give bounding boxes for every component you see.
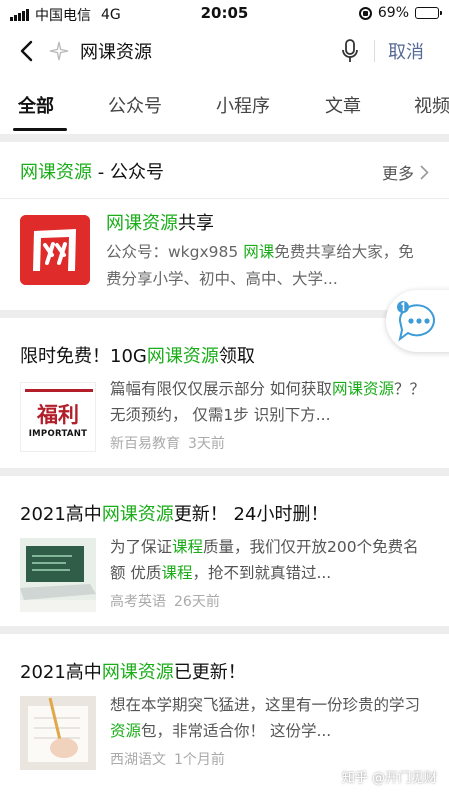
zhihu-watermark: 知乎 @开门见财 bbox=[341, 771, 437, 786]
account-name-highlight: 网课资源 bbox=[106, 213, 178, 234]
back-icon[interactable] bbox=[14, 36, 40, 66]
summary-suffix: 包，非常适合你！ 这份学... bbox=[141, 722, 332, 740]
article-summary: 篇幅有限仅仅展示部分 如何获取网课资源？？无须预约， 仅需1步 识别下方... bbox=[110, 376, 428, 428]
tab-all[interactable]: 全部 bbox=[18, 92, 54, 118]
more-button[interactable]: 更多 bbox=[382, 160, 429, 184]
section-header: 网课资源 - 公众号 更多 bbox=[0, 142, 449, 199]
article-thumbnail bbox=[20, 538, 96, 612]
article-title: 2021高中网课资源已更新！ bbox=[20, 658, 246, 684]
article-time: 1个月前 bbox=[174, 752, 225, 768]
battery-percent: 69% bbox=[377, 5, 409, 21]
orientation-lock-icon bbox=[358, 6, 372, 20]
title-highlight: 网课资源 bbox=[101, 662, 174, 683]
status-right: 69% bbox=[358, 5, 442, 21]
article-meta: 高考英语 26天前 bbox=[110, 591, 220, 611]
chat-icon bbox=[397, 301, 435, 342]
summary-highlight: 资源 bbox=[110, 722, 142, 740]
status-bar: 中国电信 4G 20:05 69% bbox=[0, 0, 449, 26]
title-suffix: 更新！ 24小时删！ bbox=[173, 504, 329, 525]
sparkle-icon bbox=[49, 41, 69, 61]
chevron-right-icon bbox=[420, 164, 429, 180]
summary-prefix: 想在本学期突飞猛进，这里有一份珍贵的学习 bbox=[110, 696, 421, 714]
title-suffix: 领取 bbox=[218, 346, 255, 367]
account-name: 网课资源共享 bbox=[106, 209, 214, 235]
account-description: 公众号：wkgx985 网课免费共享给大家，免费分享小学、初中、高中、大学... bbox=[106, 239, 426, 293]
header-divider bbox=[374, 40, 375, 62]
article-summary: 想在本学期突飞猛进，这里有一份珍贵的学习资源包，非常适合你！ 这份学... bbox=[110, 692, 428, 744]
account-name-suffix: 共享 bbox=[178, 213, 214, 234]
article-thumbnail bbox=[20, 696, 96, 770]
tab-mini-programs[interactable]: 小程序 bbox=[216, 92, 270, 118]
floating-chat-button[interactable] bbox=[386, 290, 449, 352]
search-input[interactable] bbox=[80, 40, 300, 62]
title-suffix: 已更新！ bbox=[173, 662, 246, 683]
tab-videos[interactable]: 视频 bbox=[414, 92, 449, 118]
search-field[interactable] bbox=[48, 36, 368, 66]
official-account-section: 网课资源 - 公众号 更多 网课资源共享 公众号：wkgx985 网课免费共享给… bbox=[0, 142, 449, 310]
section-title: 网课资源 - 公众号 bbox=[20, 158, 164, 184]
writing-photo bbox=[20, 696, 96, 770]
filter-tabs: 全部 公众号 小程序 文章 视频 bbox=[0, 76, 449, 134]
tab-articles[interactable]: 文章 bbox=[325, 92, 361, 118]
summary-highlight-2: 课程 bbox=[161, 564, 193, 582]
thumb-bar bbox=[25, 389, 93, 392]
thumb-sub-text: IMPORTANT bbox=[28, 429, 88, 439]
section-title-highlight: 网课资源 bbox=[20, 162, 92, 183]
title-highlight: 网课资源 bbox=[146, 346, 219, 367]
summary-suffix: ，抢不到就真错过... bbox=[192, 564, 332, 582]
summary-highlight: 课程 bbox=[172, 538, 204, 556]
thumb-main-text: 福利 bbox=[37, 403, 79, 427]
article-title: 限时免费！10G网课资源领取 bbox=[20, 342, 255, 368]
article-meta: 西湖语文 1个月前 bbox=[110, 749, 225, 769]
summary-prefix: 为了保证 bbox=[110, 538, 173, 556]
more-label: 更多 bbox=[381, 164, 414, 183]
tab-official-accounts[interactable]: 公众号 bbox=[108, 92, 162, 118]
account-desc-highlight: 网课 bbox=[243, 243, 275, 261]
active-tab-indicator bbox=[13, 128, 67, 131]
cancel-button[interactable]: 取消 bbox=[388, 38, 424, 64]
article-source: 西湖语文 bbox=[110, 752, 166, 768]
article-time: 3天前 bbox=[188, 436, 225, 452]
article-source: 高考英语 bbox=[110, 594, 166, 610]
search-header: 取消 bbox=[0, 26, 449, 76]
summary-prefix: 篇幅有限仅仅展示部分 如何获取 bbox=[110, 380, 332, 398]
article-summary: 为了保证课程质量，我们仅开放200个免费名额 优质课程，抢不到就真错过... bbox=[110, 534, 428, 586]
title-prefix: 2021高中 bbox=[20, 504, 102, 525]
article-meta: 新百易教育 3天前 bbox=[110, 433, 225, 453]
article-title: 2021高中网课资源更新！ 24小时删！ bbox=[20, 500, 328, 526]
article-card[interactable]: 限时免费！10G网课资源领取 福利 IMPORTANT 篇幅有限仅仅展示部分 如… bbox=[0, 318, 449, 468]
title-prefix: 限时免费！10G bbox=[20, 346, 147, 367]
laptop-photo bbox=[20, 538, 96, 612]
title-highlight: 网课资源 bbox=[101, 504, 174, 525]
summary-highlight: 网课资源 bbox=[331, 380, 394, 398]
title-prefix: 2021高中 bbox=[20, 662, 102, 683]
account-logo bbox=[20, 215, 90, 285]
article-card[interactable]: 2021高中网课资源更新！ 24小时删！ 为了保证课程质量，我们仅开放200个免… bbox=[0, 476, 449, 626]
section-title-suffix: - 公众号 bbox=[92, 162, 164, 183]
article-time: 26天前 bbox=[174, 594, 220, 610]
account-desc-prefix: 公众号：wkgx985 bbox=[106, 243, 244, 261]
logo-graphic bbox=[20, 215, 90, 285]
article-thumbnail: 福利 IMPORTANT bbox=[20, 382, 96, 452]
battery-icon bbox=[415, 7, 442, 19]
article-source: 新百易教育 bbox=[110, 436, 180, 452]
microphone-icon[interactable] bbox=[340, 38, 360, 64]
